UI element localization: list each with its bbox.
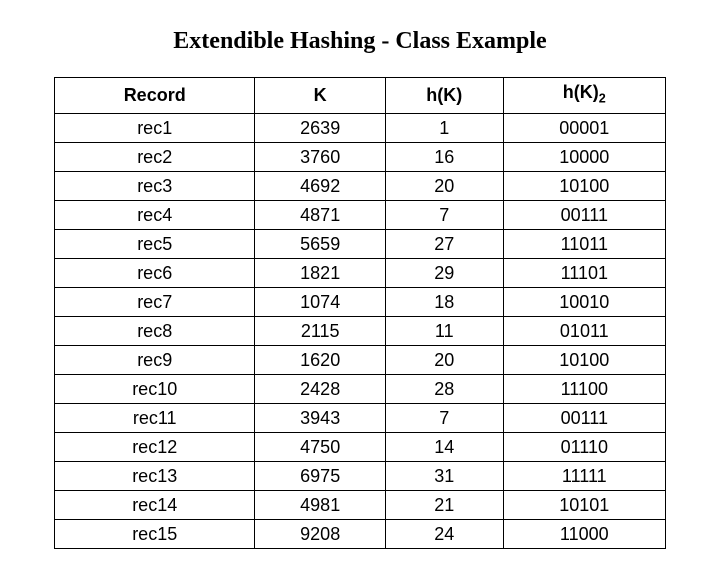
cell-k: 2115	[255, 316, 386, 345]
cell-record: rec1	[55, 113, 255, 142]
cell-hk: 7	[385, 403, 503, 432]
cell-hk2: 10100	[503, 345, 665, 374]
header-k: K	[255, 78, 386, 114]
cell-k: 9208	[255, 519, 386, 548]
cell-hk2: 10101	[503, 490, 665, 519]
cell-k: 3943	[255, 403, 386, 432]
cell-hk2: 11011	[503, 229, 665, 258]
cell-k: 5659	[255, 229, 386, 258]
header-hk2: h(K)2	[503, 78, 665, 114]
table-row: rec44871700111	[55, 200, 666, 229]
cell-hk: 18	[385, 287, 503, 316]
cell-k: 4692	[255, 171, 386, 200]
cell-record: rec14	[55, 490, 255, 519]
table-row: rec1247501401110	[55, 432, 666, 461]
table-row: rec12639100001	[55, 113, 666, 142]
cell-k: 4981	[255, 490, 386, 519]
cell-hk: 11	[385, 316, 503, 345]
cell-record: rec3	[55, 171, 255, 200]
cell-hk: 29	[385, 258, 503, 287]
table-body: rec12639100001rec237601610000rec34692201…	[55, 113, 666, 548]
table-row: rec1024282811100	[55, 374, 666, 403]
cell-hk: 31	[385, 461, 503, 490]
cell-hk2: 10100	[503, 171, 665, 200]
cell-hk2: 10000	[503, 142, 665, 171]
cell-record: rec8	[55, 316, 255, 345]
cell-record: rec7	[55, 287, 255, 316]
cell-record: rec10	[55, 374, 255, 403]
table-row: rec821151101011	[55, 316, 666, 345]
cell-k: 1821	[255, 258, 386, 287]
cell-hk2: 11000	[503, 519, 665, 548]
cell-k: 2428	[255, 374, 386, 403]
cell-k: 2639	[255, 113, 386, 142]
cell-k: 3760	[255, 142, 386, 171]
table-row: rec556592711011	[55, 229, 666, 258]
cell-k: 1074	[255, 287, 386, 316]
cell-hk: 20	[385, 171, 503, 200]
hash-table: Record K h(K) h(K)2 rec12639100001rec237…	[54, 77, 666, 549]
cell-k: 4750	[255, 432, 386, 461]
cell-record: rec4	[55, 200, 255, 229]
table-row: rec618212911101	[55, 258, 666, 287]
table-row: rec710741810010	[55, 287, 666, 316]
cell-hk2: 00111	[503, 200, 665, 229]
table-row: rec113943700111	[55, 403, 666, 432]
cell-record: rec5	[55, 229, 255, 258]
cell-record: rec13	[55, 461, 255, 490]
cell-record: rec12	[55, 432, 255, 461]
cell-hk2: 01011	[503, 316, 665, 345]
header-hk: h(K)	[385, 78, 503, 114]
cell-hk: 7	[385, 200, 503, 229]
cell-hk: 1	[385, 113, 503, 142]
cell-hk2: 00001	[503, 113, 665, 142]
table-row: rec1592082411000	[55, 519, 666, 548]
cell-hk2: 11100	[503, 374, 665, 403]
table-header-row: Record K h(K) h(K)2	[55, 78, 666, 114]
cell-k: 4871	[255, 200, 386, 229]
cell-hk2: 11111	[503, 461, 665, 490]
cell-record: rec9	[55, 345, 255, 374]
cell-hk2: 01110	[503, 432, 665, 461]
header-hk2-sub: 2	[599, 92, 606, 106]
cell-hk: 16	[385, 142, 503, 171]
table-row: rec1449812110101	[55, 490, 666, 519]
cell-record: rec11	[55, 403, 255, 432]
cell-record: rec2	[55, 142, 255, 171]
table-row: rec237601610000	[55, 142, 666, 171]
table-row: rec916202010100	[55, 345, 666, 374]
table-row: rec346922010100	[55, 171, 666, 200]
cell-k: 6975	[255, 461, 386, 490]
cell-hk2: 10010	[503, 287, 665, 316]
cell-hk: 27	[385, 229, 503, 258]
cell-hk: 24	[385, 519, 503, 548]
table-row: rec1369753111111	[55, 461, 666, 490]
cell-hk: 20	[385, 345, 503, 374]
header-record: Record	[55, 78, 255, 114]
cell-hk: 21	[385, 490, 503, 519]
cell-hk: 14	[385, 432, 503, 461]
cell-hk2: 11101	[503, 258, 665, 287]
cell-hk2: 00111	[503, 403, 665, 432]
cell-k: 1620	[255, 345, 386, 374]
header-hk2-base: h(K)	[563, 82, 599, 102]
page-title: Extendible Hashing - Class Example	[54, 28, 666, 55]
cell-hk: 28	[385, 374, 503, 403]
cell-record: rec6	[55, 258, 255, 287]
cell-record: rec15	[55, 519, 255, 548]
